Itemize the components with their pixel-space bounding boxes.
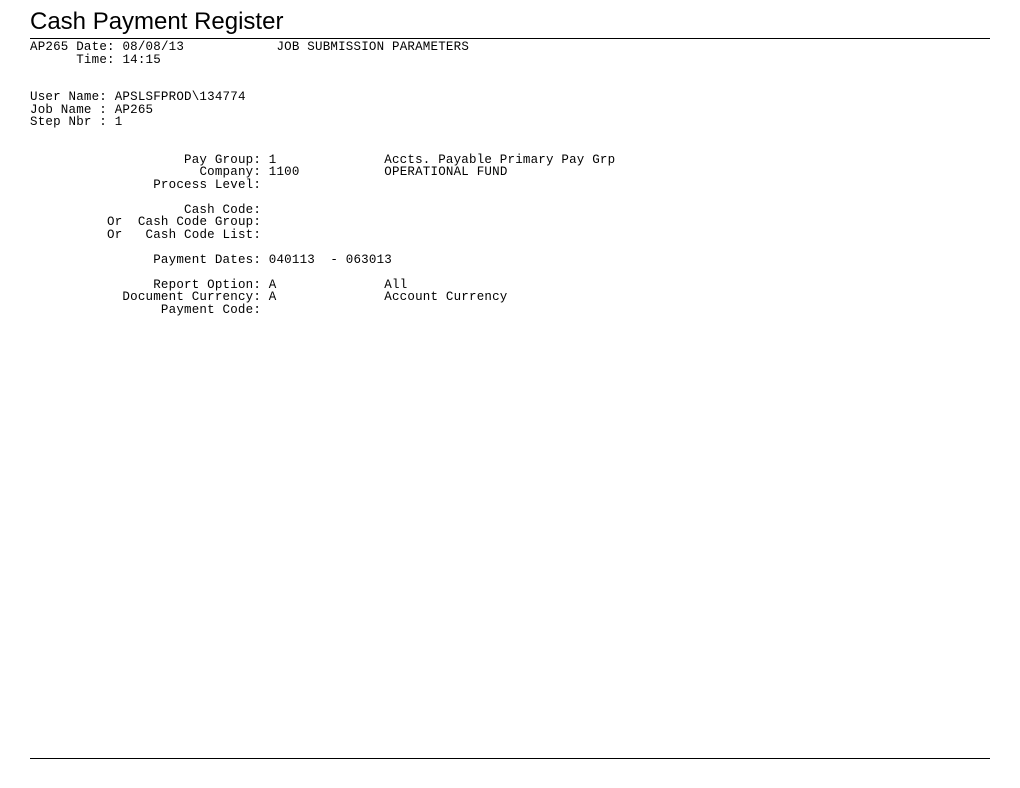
rule-bottom [30,758,990,759]
doc-currency-desc: Account Currency [384,290,507,304]
step-nbr-label: Step Nbr : [30,115,107,129]
time-value: 14:15 [122,53,161,67]
doc-currency-value: A [269,290,277,304]
process-level-label: Process Level: [153,178,261,192]
section-label: JOB SUBMISSION PARAMETERS [276,40,469,54]
company-desc: OPERATIONAL FUND [384,165,507,179]
company-value: 1100 [269,165,300,179]
cash-code-list-label: Cash Code List: [146,228,262,242]
payment-code-label: Payment Code: [161,303,261,317]
step-nbr-value: 1 [115,115,123,129]
payment-dates-label: Payment Dates: [153,253,261,267]
time-label: Time: [76,53,115,67]
rule-top [30,38,990,39]
payment-dates-value: 040113 - 063013 [269,253,392,267]
report-body: AP265 Date: 08/08/13 JOB SUBMISSION PARA… [30,41,990,316]
page-title: Cash Payment Register [30,8,990,36]
or-2: Or [107,228,122,242]
report-id: AP265 [30,40,69,54]
